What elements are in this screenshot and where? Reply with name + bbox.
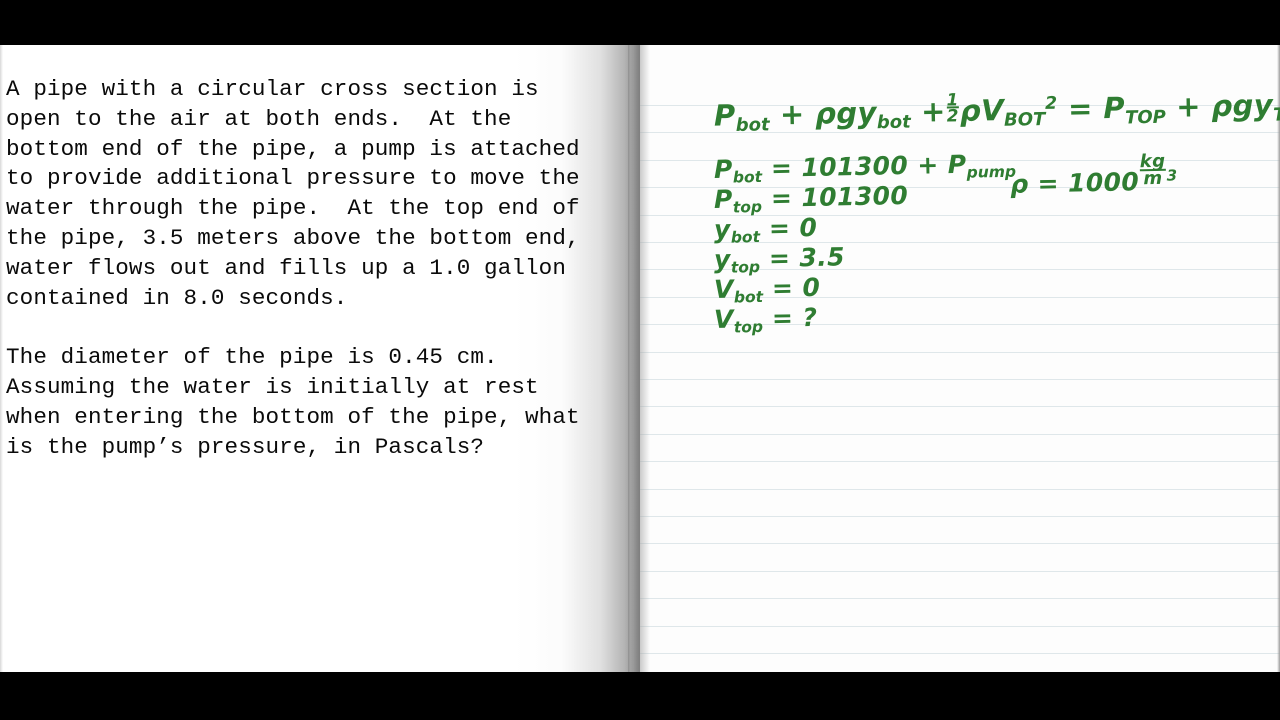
eq-rhs-y-sub: TOP — [1272, 103, 1280, 126]
given-2-eq: = — [768, 213, 791, 243]
eq-lhs-plus2: + — [920, 94, 947, 129]
given-y-bot: ybot = 0 — [714, 213, 818, 247]
given-4-eq: = — [771, 273, 794, 303]
eq-lhs-y: y — [857, 95, 878, 130]
given-3-var: y — [713, 244, 731, 274]
eq-rhs-rhog: ρg — [1211, 88, 1254, 124]
given-0-value-sub: pump — [966, 162, 1017, 182]
right-page-notebook: Pbot + ρgybot +12ρVBOT2 = PTOP + ρgyTOP+… — [640, 45, 1280, 672]
bernoulli-equation: Pbot + ρgybot +12ρVBOT2 = PTOP + ρgyTOP+… — [714, 83, 1280, 136]
given-0-var: P — [713, 154, 734, 184]
given-p-top: Ptop = 101300 — [714, 181, 909, 217]
density-eq: = — [1037, 168, 1060, 199]
eq-lhs-v-sup: 2 — [1044, 93, 1058, 114]
left-page-edge — [0, 45, 3, 672]
given-4-var: V — [713, 274, 735, 304]
open-book-spread: A pipe with a circular cross section is … — [0, 45, 1280, 672]
eq-lhs-v-sub: BOT — [1003, 109, 1046, 131]
eq-lhs-rho: ρ — [959, 93, 982, 128]
eq-lhs-p-sub: bot — [735, 114, 770, 136]
density-symbol: ρ — [1009, 169, 1029, 199]
given-5-var: V — [713, 304, 735, 334]
density-unit-exp: 3 — [1166, 166, 1178, 185]
problem-paragraph-1: A pipe with a circular cross section is … — [6, 76, 580, 311]
given-y-top: ytop = 3.5 — [714, 242, 846, 277]
given-5-value: ? — [802, 302, 818, 333]
given-v-top: Vtop = ? — [714, 303, 818, 337]
given-1-value: 101300 — [801, 180, 909, 213]
eq-lhs-p: P — [713, 98, 736, 133]
given-density: ρ = 1000 kg m 3 — [1009, 151, 1178, 199]
eq-rhs-y: y — [1253, 87, 1274, 123]
book-spine — [628, 45, 640, 672]
handwritten-work: Pbot + ρgybot +12ρVBOT2 = PTOP + ρgyTOP+… — [640, 45, 1280, 672]
given-0-value: 101300 + P — [801, 149, 967, 183]
screenshot-root: A pipe with a circular cross section is … — [0, 0, 1280, 720]
given-5-sub: top — [733, 317, 764, 337]
eq-equals: = — [1067, 91, 1094, 126]
eq-lhs-plus1: + — [779, 96, 805, 132]
eq-rhs-p-sub: TOP — [1124, 106, 1167, 129]
eq-lhs-v: V — [980, 93, 1005, 128]
given-1-eq: = — [770, 183, 793, 213]
density-value: 1000 — [1067, 167, 1140, 198]
problem-paragraph-2: The diameter of the pipe is 0.45 cm. Ass… — [6, 344, 580, 460]
given-0-eq: = — [770, 153, 793, 183]
given-3-eq: = — [768, 243, 791, 273]
eq-rhs-plus1: + — [1175, 89, 1202, 124]
given-3-value: 3.5 — [799, 242, 846, 273]
density-unit: kg m — [1140, 151, 1166, 190]
eq-lhs-rhog: ρg — [814, 95, 858, 131]
given-2-var: y — [713, 214, 731, 244]
problem-statement-text: A pipe with a circular cross section is … — [6, 75, 630, 462]
given-2-value: 0 — [799, 212, 818, 243]
letterbox-bar-top — [0, 0, 1280, 45]
letterbox-bar-bottom — [0, 672, 1280, 720]
given-1-var: P — [713, 184, 734, 214]
density-unit-den: m — [1143, 168, 1163, 190]
eq-lhs-y-sub: bot — [876, 111, 911, 134]
eq-lhs-half-den: 2 — [946, 105, 960, 126]
eq-rhs-p: P — [1102, 90, 1126, 126]
eq-lhs-half: 12 — [946, 89, 960, 126]
given-5-eq: = — [771, 303, 794, 333]
given-v-bot: Vbot = 0 — [714, 273, 821, 307]
left-page-problem: A pipe with a circular cross section is … — [0, 45, 634, 672]
given-4-value: 0 — [802, 272, 821, 303]
